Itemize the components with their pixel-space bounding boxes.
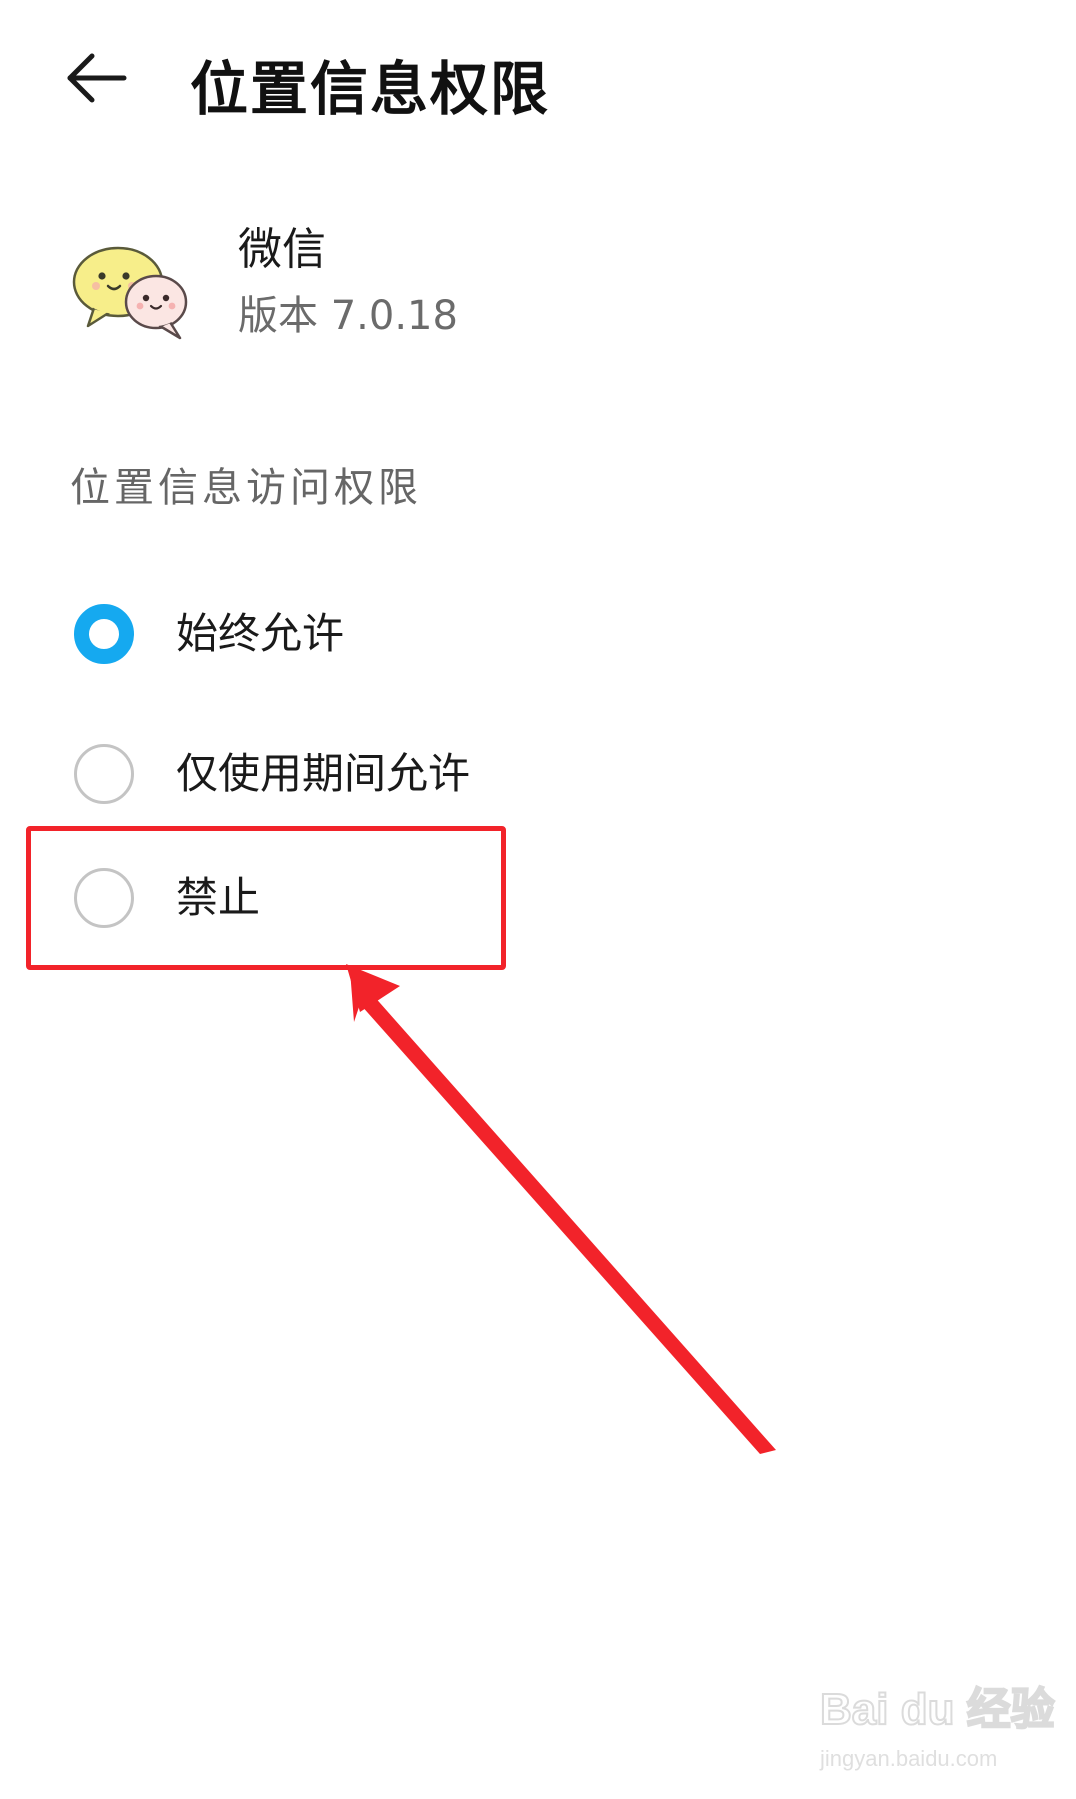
radio-button[interactable]	[74, 744, 134, 804]
title-bar: 位置信息权限	[0, 0, 1076, 180]
wechat-app-icon	[72, 246, 188, 340]
option-always-allow[interactable]: 始终允许	[30, 572, 506, 696]
watermark: Bai du 经验 jingyan.baidu.com	[819, 1680, 1056, 1790]
annotation-highlight-box	[26, 826, 506, 970]
section-title: 位置信息访问权限	[70, 465, 422, 511]
radio-button-checked[interactable]	[74, 604, 134, 664]
option-label: 仅使用期间允许	[176, 749, 471, 798]
watermark-url: jingyan.baidu.com	[820, 1746, 998, 1771]
app-name: 微信	[238, 224, 326, 275]
option-allow-while-using[interactable]: 仅使用期间允许	[30, 712, 506, 836]
annotation-arrow-icon	[346, 964, 776, 1454]
app-info: 微信 版本 7.0.18	[0, 200, 1076, 360]
option-label: 始终允许	[176, 609, 345, 658]
app-version: 版本 7.0.18	[238, 293, 458, 339]
back-button[interactable]	[62, 50, 142, 130]
watermark-brand: Bai du 经验	[819, 1684, 1056, 1735]
arrow-left-icon	[67, 53, 127, 103]
page-title: 位置信息权限	[190, 55, 551, 123]
